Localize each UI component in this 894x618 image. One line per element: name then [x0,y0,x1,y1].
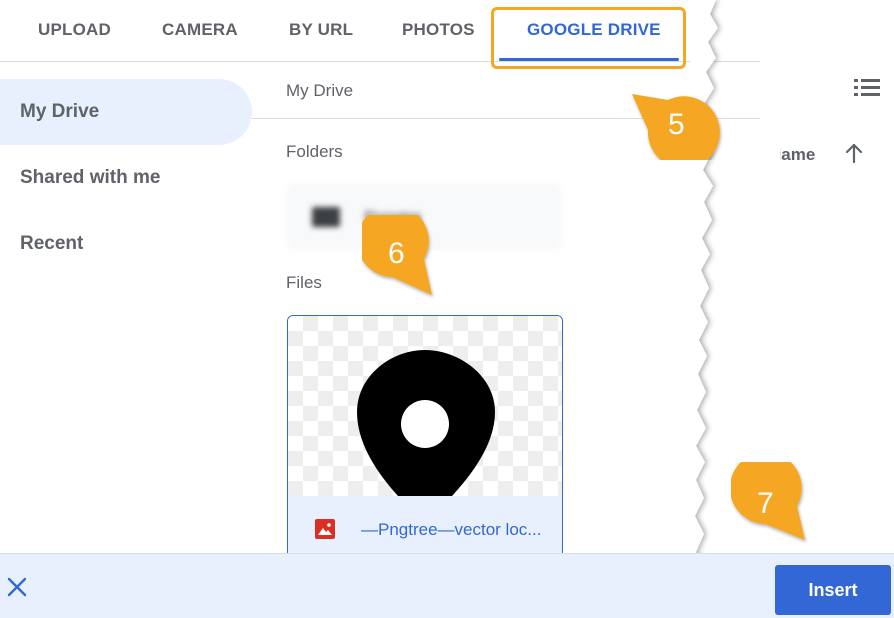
tab-by-url[interactable]: BY URL [289,20,353,40]
close-icon[interactable] [6,576,28,598]
sidebar-item-my-drive[interactable]: My Drive [0,79,252,145]
callout-number: 7 [757,487,774,520]
tab-camera[interactable]: CAMERA [162,20,238,40]
sidebar-item-recent[interactable]: Recent [0,211,252,277]
sidebar-item-shared-with-me[interactable]: Shared with me [0,145,252,211]
tab-upload[interactable]: UPLOAD [38,20,111,40]
folders-heading: Folders [286,142,343,161]
list-view-icon[interactable] [854,78,880,98]
insert-button[interactable]: Insert [775,565,891,615]
callout-number: 5 [668,108,685,141]
file-item[interactable]: —Pngtree—vector loc... [287,315,563,565]
folder-icon [312,207,340,227]
arrow-up-icon[interactable] [844,142,864,164]
file-thumbnail [288,316,562,496]
sort-by-name-label[interactable]: Name [769,145,815,165]
file-name: —Pngtree—vector loc... [361,520,542,539]
callout-5: 5 [628,90,728,190]
action-bar [0,553,894,618]
callout-7: 7 [729,452,831,562]
map-pin-icon [357,350,495,496]
files-heading: Files [286,273,322,292]
tab-highlight-box [491,7,686,69]
tab-photos[interactable]: PHOTOS [402,20,475,40]
callout-number: 6 [388,237,405,270]
callout-6: 6 [356,205,462,315]
breadcrumb[interactable]: My Drive [286,81,353,101]
image-icon [315,519,335,539]
